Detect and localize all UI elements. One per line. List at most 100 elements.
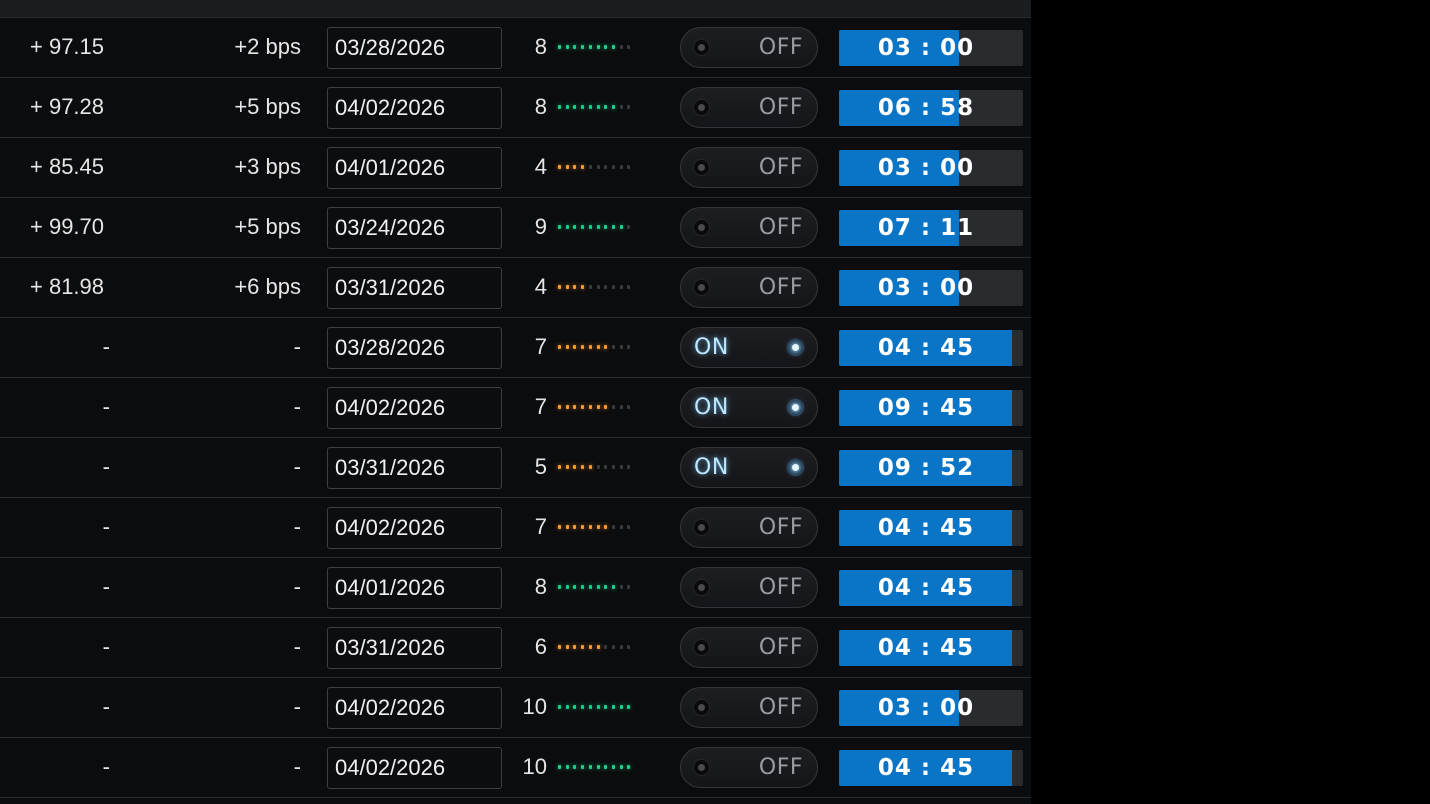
score-tick bbox=[558, 285, 561, 289]
toggle-switch[interactable]: OFF bbox=[680, 147, 818, 188]
toggle-knob bbox=[693, 579, 710, 596]
toggle-switch[interactable]: OFF bbox=[680, 567, 818, 608]
toggle-switch[interactable]: OFF bbox=[680, 507, 818, 548]
date-field[interactable]: 04/02/2026 bbox=[327, 87, 502, 129]
score-tick bbox=[588, 705, 592, 709]
timer-text: 07 : 11 bbox=[877, 215, 975, 241]
toggle-switch[interactable]: OFF bbox=[680, 627, 818, 668]
score-tick bbox=[588, 465, 592, 469]
score-tick bbox=[573, 765, 577, 769]
toggle-knob bbox=[693, 159, 710, 176]
table-row: + 97.15 +2 bps 03/28/2026 8 OFF 03 : 00 bbox=[0, 18, 1031, 78]
date-field[interactable]: 03/31/2026 bbox=[327, 627, 502, 669]
toggle-label: OFF bbox=[758, 35, 803, 60]
toggle-label: OFF bbox=[758, 95, 803, 120]
timer-bar: 03 : 00 bbox=[839, 690, 1023, 726]
score-tick bbox=[596, 765, 600, 769]
score-tick bbox=[627, 45, 631, 49]
toggle-switch[interactable]: ON bbox=[680, 447, 818, 488]
price-cell: - bbox=[102, 574, 110, 599]
timer-bar: 04 : 45 bbox=[839, 330, 1023, 366]
spread-cell: - bbox=[293, 454, 301, 479]
price-cell: - bbox=[102, 334, 110, 359]
spread-cell: +5 bps bbox=[234, 214, 301, 239]
timer-text: 04 : 45 bbox=[877, 515, 975, 541]
toggle-switch[interactable]: OFF bbox=[680, 747, 818, 788]
score-tick bbox=[596, 45, 600, 49]
score-tick bbox=[604, 705, 608, 709]
score-tick bbox=[565, 105, 569, 109]
score-tick bbox=[565, 765, 569, 769]
toggle-switch[interactable]: OFF bbox=[680, 267, 818, 308]
toggle-switch[interactable]: OFF bbox=[680, 687, 818, 728]
date-field[interactable]: 03/31/2026 bbox=[327, 447, 502, 489]
date-field[interactable]: 04/02/2026 bbox=[327, 687, 502, 729]
quotes-table: + 97.15 +2 bps 03/28/2026 8 OFF 03 : 00 + 97.2… bbox=[0, 0, 1031, 804]
date-field[interactable]: 04/01/2026 bbox=[327, 147, 502, 189]
score-tick bbox=[611, 585, 615, 589]
score-tick bbox=[581, 105, 585, 109]
score-tick bbox=[596, 105, 600, 109]
table-header-strip bbox=[0, 0, 1031, 18]
score-tick bbox=[611, 225, 615, 229]
score-tick bbox=[581, 45, 585, 49]
spread-cell: - bbox=[293, 574, 301, 599]
toggle-label: ON bbox=[694, 335, 729, 360]
date-field[interactable]: 03/31/2026 bbox=[327, 267, 502, 309]
price-cell: - bbox=[102, 694, 110, 719]
score-tick bbox=[627, 345, 631, 349]
score-tick bbox=[611, 285, 615, 289]
date-field[interactable]: 03/24/2026 bbox=[327, 207, 502, 249]
score-tick bbox=[565, 525, 569, 529]
score-tick bbox=[596, 345, 600, 349]
toggle-switch[interactable]: ON bbox=[680, 387, 818, 428]
spread-cell: - bbox=[293, 334, 301, 359]
score-tick bbox=[581, 165, 585, 169]
toggle-switch[interactable]: OFF bbox=[680, 207, 818, 248]
date-field[interactable]: 04/02/2026 bbox=[327, 387, 502, 429]
timer-text: 03 : 00 bbox=[877, 35, 975, 61]
score-tick bbox=[611, 705, 615, 709]
toggle-knob bbox=[787, 339, 804, 356]
timer-bar: 04 : 45 bbox=[839, 510, 1023, 546]
score-tick bbox=[619, 105, 623, 109]
score-tick bbox=[619, 345, 623, 349]
score-tick bbox=[565, 45, 569, 49]
toggle-switch[interactable]: ON bbox=[680, 327, 818, 368]
date-field[interactable]: 04/02/2026 bbox=[327, 747, 502, 789]
score-value: 4 bbox=[534, 274, 547, 299]
timer-bar: 04 : 45 bbox=[839, 570, 1023, 606]
date-field[interactable]: 04/01/2026 bbox=[327, 567, 502, 609]
score-tick bbox=[596, 165, 600, 169]
toggle-label: OFF bbox=[758, 515, 803, 540]
score-tick bbox=[596, 645, 600, 649]
toggle-knob bbox=[693, 699, 710, 716]
score-tick bbox=[573, 285, 577, 289]
score-tick bbox=[581, 645, 585, 649]
score-value: 4 bbox=[534, 154, 547, 179]
toggle-label: ON bbox=[694, 455, 729, 480]
date-field[interactable]: 04/02/2026 bbox=[327, 507, 502, 549]
price-cell: - bbox=[102, 394, 110, 419]
score-value: 8 bbox=[534, 94, 547, 119]
spread-cell: +5 bps bbox=[234, 94, 301, 119]
table-row: + 81.98 +6 bps 03/31/2026 4 OFF 03 : 00 bbox=[0, 258, 1031, 318]
spread-cell: - bbox=[293, 634, 301, 659]
score-tick bbox=[565, 465, 569, 469]
score-tick bbox=[573, 225, 577, 229]
score-tick bbox=[604, 105, 608, 109]
timer-bar: 04 : 45 bbox=[839, 750, 1023, 786]
toggle-switch[interactable]: OFF bbox=[680, 27, 818, 68]
score-tick bbox=[558, 525, 561, 529]
toggle-switch[interactable]: OFF bbox=[680, 87, 818, 128]
score-tick bbox=[604, 465, 608, 469]
score-tick bbox=[611, 765, 615, 769]
spread-cell: +6 bps bbox=[234, 274, 301, 299]
date-field[interactable]: 03/28/2026 bbox=[327, 27, 502, 69]
table-row: - - 04/01/2026 8 OFF 04 : 45 bbox=[0, 558, 1031, 618]
toggle-knob bbox=[693, 219, 710, 236]
score-tick bbox=[619, 645, 623, 649]
date-field[interactable]: 03/28/2026 bbox=[327, 327, 502, 369]
score-tick bbox=[627, 765, 631, 769]
score-tick bbox=[588, 285, 592, 289]
